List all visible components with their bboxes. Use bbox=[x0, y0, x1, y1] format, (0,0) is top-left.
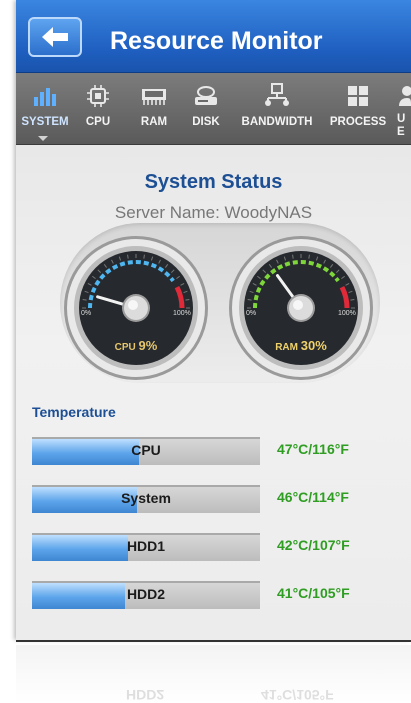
gauge-name: CPU bbox=[114, 342, 136, 353]
server-name: Server Name: WoodyNAS bbox=[114, 203, 313, 222]
back-button[interactable] bbox=[28, 17, 82, 57]
tab-label: SYSTEM bbox=[21, 116, 69, 128]
cpu-gauge-label: CPU 9% bbox=[61, 338, 211, 353]
process-grid-icon bbox=[348, 86, 368, 106]
back-arrow-icon bbox=[42, 27, 68, 47]
gauge-value: 30% bbox=[300, 338, 327, 353]
chevron-down-icon bbox=[38, 136, 48, 141]
reflected-label: HDD2 bbox=[126, 687, 165, 703]
temp-value: 42°C/107°F bbox=[277, 537, 350, 553]
gauge-tick bbox=[185, 299, 190, 301]
gauge-tick bbox=[82, 299, 87, 301]
ram-gauge-label: RAM 30% bbox=[226, 338, 376, 353]
gauge-value: 9% bbox=[138, 338, 158, 353]
bar-chart-icon bbox=[34, 88, 56, 106]
screen-reflection: HDD2 41°C/105°F bbox=[16, 645, 411, 703]
gauge-tick bbox=[308, 254, 310, 259]
disk-icon bbox=[195, 86, 217, 105]
device-bottom-edge bbox=[16, 640, 411, 642]
tab-label: U E bbox=[397, 113, 406, 138]
tab-label: BANDWIDTH bbox=[241, 116, 313, 128]
gauge-tick bbox=[143, 254, 145, 259]
temp-label: CPU bbox=[131, 442, 161, 458]
temp-label: HDD2 bbox=[126, 586, 166, 602]
gauge-tick bbox=[127, 254, 129, 259]
tab-system[interactable]: SYSTEM bbox=[16, 73, 74, 144]
tab-ram[interactable]: RAM bbox=[134, 73, 174, 144]
tab-bar: SYSTEM CPU RAM DISK BANDWIDTH PROCESS U … bbox=[16, 73, 411, 145]
page-title: Resource Monitor bbox=[110, 27, 323, 55]
system-status-panel: System Status Server Name: WoodyNAS 0% 10… bbox=[16, 145, 411, 640]
gauge-hub-highlight bbox=[128, 300, 138, 310]
reflected-temp-row: HDD2 41°C/105°F bbox=[16, 683, 411, 703]
temp-value: 41°C/105°F bbox=[277, 585, 350, 601]
cpu-gauge-dial: 0% 100% bbox=[64, 236, 208, 380]
gauge-min-label: 0% bbox=[81, 310, 91, 317]
gauge-tick bbox=[350, 299, 355, 301]
temperature-heading: Temperature bbox=[32, 404, 116, 420]
chip-icon bbox=[87, 85, 109, 107]
tab-label: RAM bbox=[140, 116, 168, 128]
section-title: System Status bbox=[144, 171, 283, 193]
gauge-tick bbox=[292, 254, 294, 259]
ram-gauge: 0% 100% RAM 30% bbox=[226, 233, 376, 383]
gauge-max-label: 100% bbox=[173, 310, 191, 317]
gauge-min-label: 0% bbox=[246, 310, 256, 317]
gauge-max-label: 100% bbox=[338, 310, 356, 317]
reflected-value: 41°C/105°F bbox=[261, 687, 334, 703]
tab-label: DISK bbox=[192, 116, 220, 128]
tab-process[interactable]: PROCESS bbox=[327, 73, 389, 144]
network-icon bbox=[265, 83, 289, 106]
tab-user[interactable]: U E bbox=[397, 73, 411, 144]
tab-label: CPU bbox=[85, 116, 111, 128]
temp-row-hdd1: HDD1 42°C/107°F bbox=[32, 533, 402, 561]
app-header: Resource Monitor bbox=[16, 0, 411, 73]
temp-row-system: System 46°C/114°F bbox=[32, 485, 402, 513]
ram-icon bbox=[142, 89, 166, 105]
gauge-tick bbox=[247, 299, 252, 301]
gauge-name: RAM bbox=[275, 342, 298, 353]
user-icon bbox=[399, 86, 411, 106]
tab-bandwidth[interactable]: BANDWIDTH bbox=[235, 73, 319, 144]
temp-value: 47°C/116°F bbox=[277, 441, 349, 457]
cpu-gauge: 0% 100% CPU 9% bbox=[61, 233, 211, 383]
tab-label: PROCESS bbox=[329, 116, 387, 128]
gauge-hub-highlight bbox=[293, 300, 303, 310]
ram-gauge-dial: 0% 100% bbox=[229, 236, 373, 380]
phone-screen: Resource Monitor SYSTEM CPU RAM DISK BAN… bbox=[16, 0, 411, 640]
tab-cpu[interactable]: CPU bbox=[78, 73, 118, 144]
temp-row-hdd2: HDD2 41°C/105°F bbox=[32, 581, 402, 609]
temp-row-cpu: CPU 47°C/116°F bbox=[32, 437, 402, 465]
temp-label: System bbox=[121, 490, 171, 506]
tab-disk[interactable]: DISK bbox=[186, 73, 226, 144]
temp-label: HDD1 bbox=[126, 538, 166, 554]
temp-value: 46°C/114°F bbox=[277, 489, 349, 505]
